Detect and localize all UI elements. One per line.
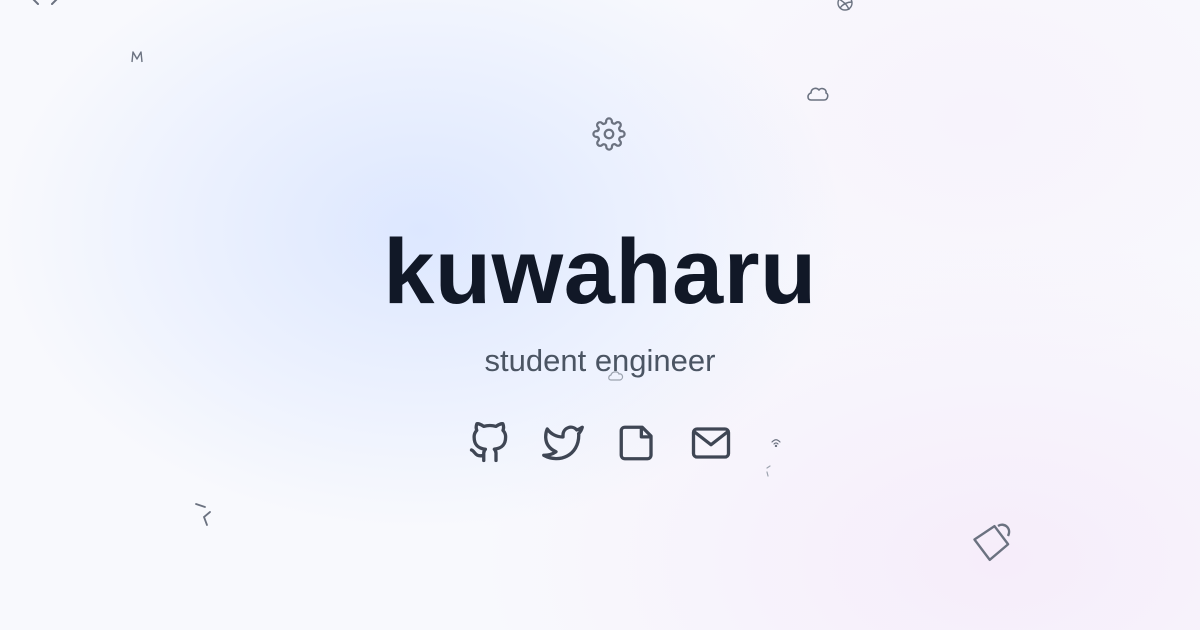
- github-icon: [468, 422, 510, 464]
- hero-section: kuwaharu student engineer: [0, 0, 1200, 630]
- tick-icon: [764, 464, 772, 478]
- code-brackets-icon: [30, 0, 60, 6]
- m-glyph-icon: [131, 50, 143, 64]
- profile-tagline: student engineer: [484, 343, 716, 378]
- mail-icon: [690, 422, 732, 464]
- mail-link[interactable]: [690, 422, 732, 464]
- gear-icon: [592, 117, 626, 151]
- social-links: [0, 422, 1200, 464]
- twitter-link[interactable]: [542, 422, 584, 464]
- chevron-left-icon: [194, 501, 216, 529]
- profile-name: kuwaharu: [383, 221, 817, 323]
- tag-icon: [968, 520, 1016, 568]
- dribbble-ball-icon: [836, 0, 854, 12]
- cloud-icon: [806, 84, 830, 104]
- github-link[interactable]: [468, 422, 510, 464]
- note-link[interactable]: [616, 422, 658, 464]
- twitter-icon: [542, 422, 584, 464]
- note-icon: [616, 422, 658, 464]
